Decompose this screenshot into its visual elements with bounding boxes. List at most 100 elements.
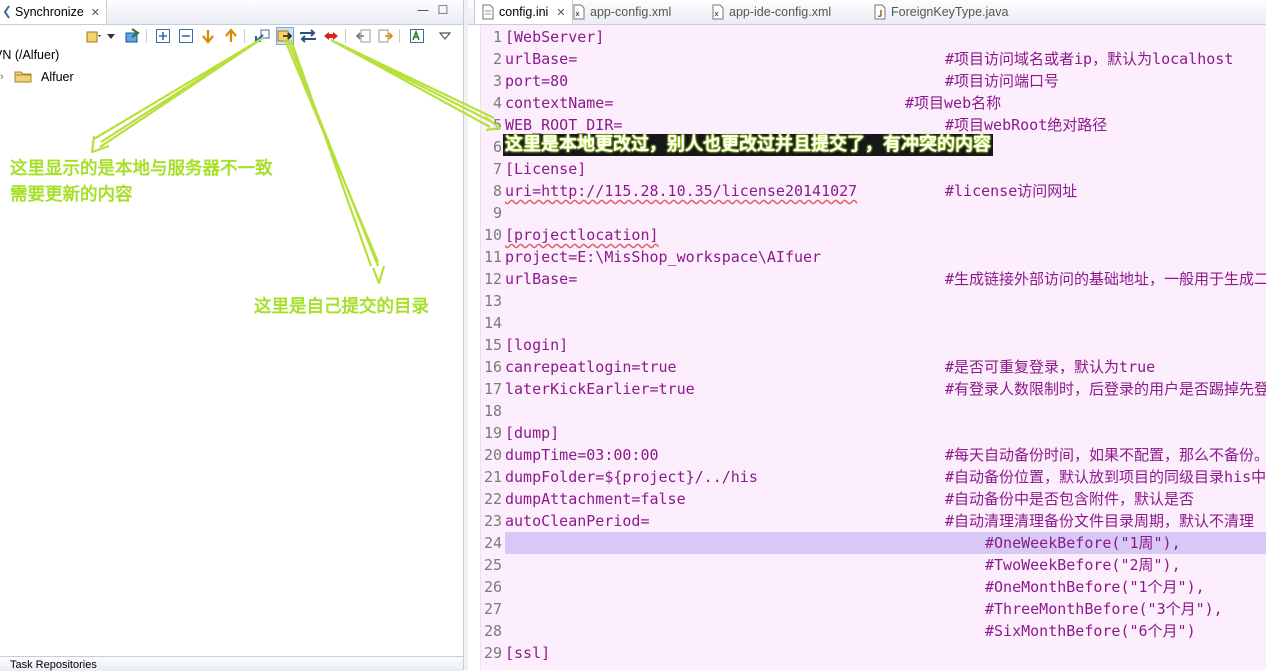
view-tab-bar: Synchronize ✕ — ☐ <box>0 0 463 25</box>
conflicts-mode-icon[interactable] <box>322 27 340 45</box>
code-line[interactable]: #OneMonthBefore("1个月"), <box>505 576 1266 598</box>
code-text: laterKickEarlier=true <box>505 380 695 398</box>
code-comment: #license访问网址 <box>945 182 1078 200</box>
minimize-icon[interactable]: — <box>417 4 429 16</box>
code-line[interactable]: [ssl] <box>505 642 1266 664</box>
tab-synchronize[interactable]: Synchronize ✕ <box>0 0 108 24</box>
annotation-incoming-line1: 这里显示的是本地与服务器不一致 <box>10 159 273 179</box>
java-file-icon <box>874 4 886 20</box>
code-text: port=80 <box>505 72 569 90</box>
code-comment: #自动清理清理备份文件目录周期，默认不清理 <box>945 512 1255 530</box>
line-number: 11 <box>483 248 502 266</box>
code-text: urlBase= <box>505 50 578 68</box>
code-text: autoCleanPeriod= <box>505 512 650 530</box>
code-line[interactable] <box>505 202 1266 224</box>
synchronize-view: Synchronize ✕ — ☐ VN (/Alfuer) › Alfuer … <box>0 0 463 671</box>
code-text: dumpAttachment=false <box>505 490 686 508</box>
next-difference-icon[interactable] <box>199 27 217 45</box>
code-line[interactable]: [login] <box>505 334 1266 356</box>
editor-tab-label: app-config.xml <box>590 5 672 19</box>
line-number: 26 <box>483 578 502 596</box>
incoming-outgoing-mode-icon[interactable] <box>299 27 317 45</box>
code-line[interactable]: [WebServer] <box>505 26 1266 48</box>
tab-task-repositories[interactable]: Task Repositories <box>10 659 97 671</box>
code-text: dumpFolder=${project}/../his <box>505 468 758 486</box>
code-text: canrepeatlogin=true <box>505 358 677 376</box>
code-line[interactable]: laterKickEarlier=true #有登录人数限制时，后登录的用户是否踢… <box>505 378 1266 400</box>
tree-item-label: Alfuer <box>41 70 74 84</box>
synchronize-view-icon <box>3 5 10 19</box>
line-number: 9 <box>492 204 502 222</box>
code-comment: #项目访问端口号 <box>945 72 1060 90</box>
code-text: project=E:\MisShop_workspace\AIfuer <box>505 248 822 266</box>
incoming-mode-icon[interactable] <box>253 27 271 45</box>
code-line[interactable]: project=E:\MisShop_workspace\AIfuer <box>505 246 1266 268</box>
code-line[interactable]: canrepeatlogin=true #是否可重复登录，默认为true <box>505 356 1266 378</box>
code-comment: #生成链接外部访问的基础地址，一般用于生成二 <box>945 270 1266 288</box>
editor-tab-app-config-xml[interactable]: app-config.xml <box>572 0 671 24</box>
code-line[interactable]: WEB_ROOT_DIR= #项目webRoot绝对路径 <box>505 114 1266 136</box>
view-menu-icon[interactable] <box>436 27 454 45</box>
code-text: [ssl] <box>505 644 551 662</box>
editor-tab-label: ForeignKeyType.java <box>891 5 1009 19</box>
code-comment: #项目webRoot绝对路径 <box>945 116 1108 134</box>
editor-tab-config-ini[interactable]: config.ini ✕ <box>474 0 573 24</box>
tree-root[interactable]: VN (/Alfuer) <box>0 48 59 62</box>
editor-tab-foreignkeytype-java[interactable]: ForeignKeyType.java <box>873 0 1008 24</box>
collapse-all-icon[interactable] <box>177 27 195 45</box>
dropdown-arrow-icon[interactable] <box>102 27 120 45</box>
code-line[interactable]: uri=http://115.28.10.35/license20141027 #… <box>505 180 1266 202</box>
line-number: 14 <box>483 314 502 332</box>
code-line[interactable]: port=80 #项目访问端口号 <box>505 70 1266 92</box>
code-line[interactable]: #OneWeekBefore("1周"), <box>505 532 1266 554</box>
code-editor[interactable]: 1 [WebServer] 2 urlBase= #项目访问域名或者ip，默认为loca… <box>481 25 1266 670</box>
code-line[interactable] <box>505 312 1266 334</box>
code-line[interactable]: dumpAttachment=false #自动备份中是否包含附件，默认是否 <box>505 488 1266 510</box>
synchronize-dropdown-icon[interactable] <box>84 27 102 45</box>
outgoing-mode-icon[interactable] <box>276 27 294 45</box>
chevron-right-icon[interactable]: › <box>0 71 12 83</box>
code-line[interactable]: dumpFolder=${project}/../his #自动备份位置，默认放到… <box>505 466 1266 488</box>
close-icon[interactable]: ✕ <box>91 6 100 19</box>
code-comment: #自动备份位置，默认放到项目的同级目录his中 <box>945 468 1266 486</box>
code-line[interactable]: [projectlocation] <box>505 224 1266 246</box>
line-number: 7 <box>492 160 502 178</box>
code-line[interactable]: #TwoWeekBefore("2周"), <box>505 554 1266 576</box>
forward-icon[interactable] <box>377 27 395 45</box>
editor-tab-bar: config.ini ✕ app-config.xml app-ide-conf… <box>468 0 1266 25</box>
editor-tab-app-ide-config-xml[interactable]: app-ide-config.xml <box>711 0 831 24</box>
back-icon[interactable] <box>354 27 372 45</box>
line-number: 10 <box>483 226 502 244</box>
expand-all-icon[interactable] <box>154 27 172 45</box>
code-line[interactable]: urlBase= #生成链接外部访问的基础地址，一般用于生成二 <box>505 268 1266 290</box>
line-number: 2 <box>492 50 502 68</box>
xml-file-icon <box>712 4 724 20</box>
close-icon[interactable]: ✕ <box>556 6 565 19</box>
maximize-icon[interactable]: ☐ <box>437 4 449 16</box>
code-line[interactable]: contextName= #项目web名称 <box>505 92 1266 114</box>
line-number: 21 <box>483 468 502 486</box>
xml-file-icon <box>573 4 585 20</box>
code-line[interactable]: #SixMonthBefore("6个月") <box>505 620 1266 642</box>
pin-icon[interactable] <box>123 27 141 45</box>
annotation-conflict: 这里是本地更改过，别人也更改过并且提交了，有冲突的内容 <box>503 134 993 156</box>
code-line[interactable]: autoCleanPeriod= #自动清理清理备份文件目录周期，默认不清理 <box>505 510 1266 532</box>
code-comment: #TwoWeekBefore("2周"), <box>985 556 1181 574</box>
code-line[interactable]: urlBase= #项目访问域名或者ip，默认为localhost <box>505 48 1266 70</box>
code-line[interactable]: #ThreeMonthBefore("3个月"), <box>505 598 1266 620</box>
code-comment: #每天自动备份时间，如果不配置，那么不备份。 <box>945 446 1266 464</box>
previous-difference-icon[interactable] <box>222 27 240 45</box>
tree-item-project[interactable]: › Alfuer <box>0 68 74 86</box>
code-comment: #OneMonthBefore("1个月"), <box>985 578 1205 596</box>
code-line[interactable] <box>505 290 1266 312</box>
code-text: uri=http://115.28.10.35/license20141027 <box>505 182 858 200</box>
tab-synchronize-label: Synchronize <box>15 5 84 19</box>
code-line[interactable]: [License] <box>505 158 1266 180</box>
line-number: 4 <box>492 94 502 112</box>
show-text-icon[interactable] <box>408 27 426 45</box>
code-line[interactable]: dumpTime=03:00:00 #每天自动备份时间，如果不配置，那么不备份。 <box>505 444 1266 466</box>
code-text: [License] <box>505 160 587 178</box>
code-line[interactable] <box>505 400 1266 422</box>
code-line[interactable]: [dump] <box>505 422 1266 444</box>
line-number: 28 <box>483 622 502 640</box>
